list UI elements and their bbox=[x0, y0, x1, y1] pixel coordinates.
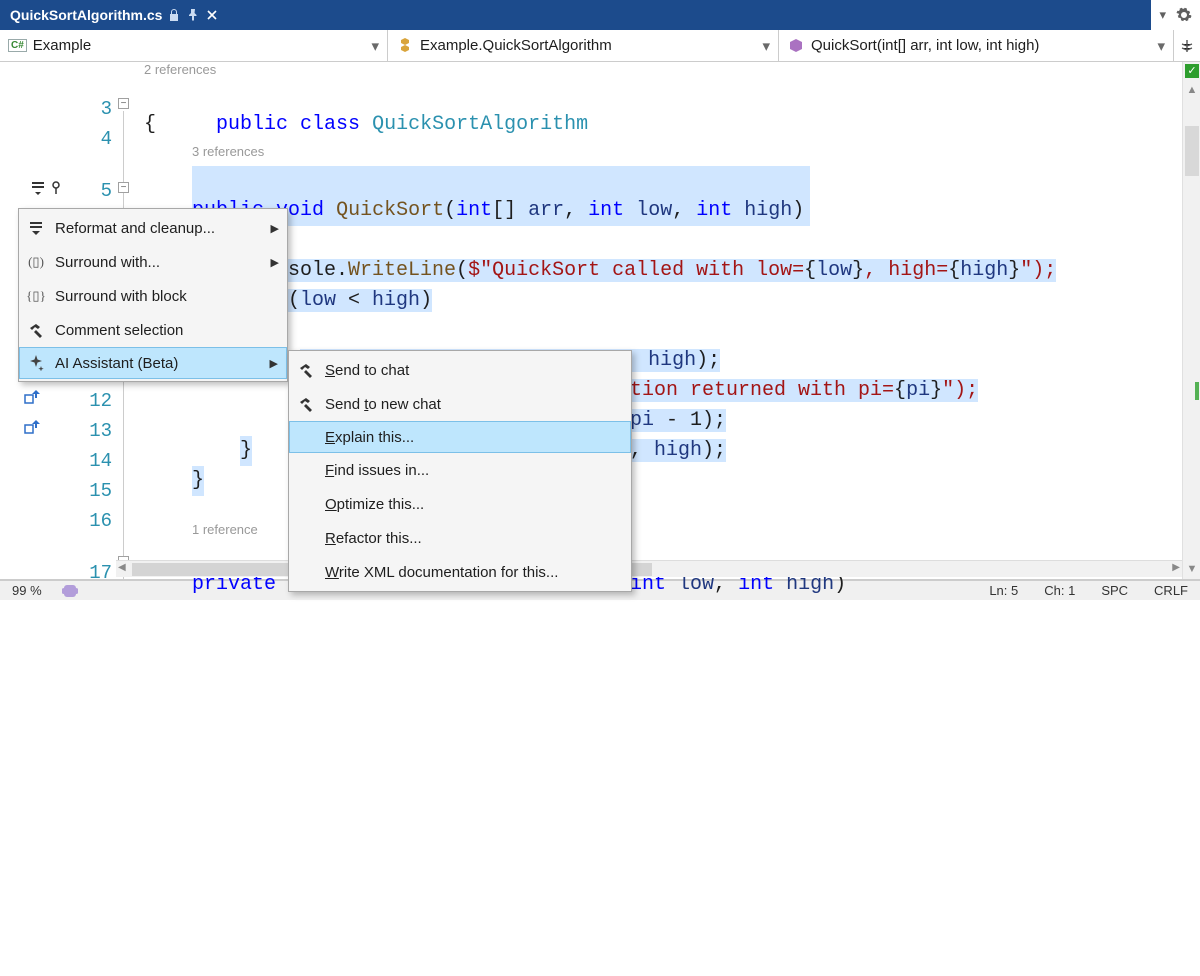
vertical-scrollbar[interactable]: ✓ ▲ ▼ bbox=[1182, 62, 1200, 579]
hammer-icon bbox=[295, 396, 317, 412]
chevron-down-icon: ▾ bbox=[371, 37, 379, 55]
close-icon[interactable] bbox=[206, 9, 218, 21]
tabbar-controls: ▾ bbox=[1151, 0, 1200, 30]
method-icon bbox=[787, 37, 805, 55]
hammer-icon bbox=[25, 322, 47, 338]
codelens-references[interactable]: 2 references bbox=[144, 62, 216, 78]
menu-item-refactor-this[interactable]: Refactor this... bbox=[289, 521, 631, 555]
broom-icon bbox=[25, 220, 47, 236]
status-caret-line[interactable]: Ln: 5 bbox=[983, 583, 1024, 598]
codelens-references[interactable]: 3 references bbox=[192, 144, 264, 160]
horizontal-scrollbar[interactable]: ◀ ▶ bbox=[116, 560, 1182, 577]
chevron-down-icon: ▾ bbox=[1157, 37, 1165, 55]
menu-item-find-issues[interactable]: Find issues in... bbox=[289, 453, 631, 487]
menu-item-optimize-this[interactable]: Optimize this... bbox=[289, 487, 631, 521]
brackets-icon: {▯} bbox=[25, 288, 47, 304]
menu-item-send-to-new-chat[interactable]: Send to new chat bbox=[289, 387, 631, 421]
gear-icon[interactable] bbox=[1176, 7, 1192, 23]
screwdriver-icon[interactable] bbox=[48, 180, 64, 196]
nav-member-dropdown[interactable]: QuickSort(int[] arr, int low, int high) … bbox=[779, 30, 1174, 61]
nav-namespace-label: Example bbox=[33, 37, 91, 54]
zoom-level[interactable]: 99 % bbox=[6, 583, 48, 598]
status-eol[interactable]: CRLF bbox=[1148, 583, 1194, 598]
scroll-up-icon[interactable]: ▲ bbox=[1185, 84, 1199, 98]
class-icon bbox=[396, 37, 414, 55]
menu-item-comment[interactable]: Comment selection bbox=[19, 313, 287, 347]
pin-icon[interactable] bbox=[186, 8, 200, 22]
member-navigation-bar: C# Example ▾ Example.QuickSortAlgorithm … bbox=[0, 30, 1200, 62]
menu-item-surround-with[interactable]: (▯) Surround with... ▶ bbox=[19, 245, 287, 279]
scroll-right-icon[interactable]: ▶ bbox=[1172, 562, 1180, 573]
chevron-right-icon: ▶ bbox=[271, 222, 279, 235]
document-tab-active[interactable]: QuickSortAlgorithm.cs bbox=[0, 0, 226, 30]
hammer-icon bbox=[295, 362, 317, 378]
menu-item-write-xml-doc[interactable]: Write XML documentation for this... bbox=[289, 555, 631, 589]
status-caret-col[interactable]: Ch: 1 bbox=[1038, 583, 1081, 598]
chevron-down-icon: ▾ bbox=[762, 37, 770, 55]
nav-class-dropdown[interactable]: Example.QuickSortAlgorithm ▾ bbox=[388, 30, 779, 61]
chevron-right-icon: ▶ bbox=[271, 256, 279, 269]
menu-item-explain-this[interactable]: Explain this... bbox=[289, 421, 631, 453]
implements-up-icon[interactable] bbox=[24, 420, 42, 434]
scroll-left-icon[interactable]: ◀ bbox=[118, 562, 126, 573]
document-tabbar: QuickSortAlgorithm.cs ▾ bbox=[0, 0, 1200, 30]
chevron-right-icon: ▶ bbox=[270, 357, 278, 370]
format-icon[interactable] bbox=[30, 180, 46, 196]
scroll-down-icon[interactable]: ▼ bbox=[1185, 563, 1199, 577]
menu-item-reformat[interactable]: Reformat and cleanup... ▶ bbox=[19, 211, 287, 245]
menu-item-surround-block[interactable]: {▯} Surround with block bbox=[19, 279, 287, 313]
codelens-references[interactable]: 1 reference bbox=[192, 522, 258, 538]
status-indent[interactable]: SPC bbox=[1095, 583, 1134, 598]
fold-toggle[interactable]: − bbox=[118, 182, 129, 193]
brackets-icon: (▯) bbox=[25, 254, 47, 270]
fold-toggle[interactable]: − bbox=[118, 98, 129, 109]
error-indicator-ok[interactable]: ✓ bbox=[1185, 64, 1199, 78]
nav-class-label: Example.QuickSortAlgorithm bbox=[420, 37, 612, 54]
context-menu[interactable]: Reformat and cleanup... ▶ (▯) Surround w… bbox=[18, 208, 288, 382]
split-editor-button[interactable] bbox=[1174, 30, 1200, 61]
csharp-icon: C# bbox=[8, 39, 27, 52]
ai-assistant-submenu[interactable]: Send to chat Send to new chat Explain th… bbox=[288, 350, 632, 592]
file-name: QuickSortAlgorithm.cs bbox=[10, 7, 162, 23]
implements-up-icon[interactable] bbox=[24, 390, 42, 404]
sparkle-icon bbox=[25, 355, 47, 371]
menu-item-ai-assistant[interactable]: AI Assistant (Beta) ▶ bbox=[19, 347, 287, 379]
chevron-down-icon[interactable]: ▾ bbox=[1159, 7, 1166, 23]
lock-icon bbox=[168, 8, 180, 22]
nav-namespace-dropdown[interactable]: C# Example ▾ bbox=[0, 30, 388, 61]
menu-item-send-to-chat[interactable]: Send to chat bbox=[289, 353, 631, 387]
nav-member-label: QuickSort(int[] arr, int low, int high) bbox=[811, 37, 1039, 54]
